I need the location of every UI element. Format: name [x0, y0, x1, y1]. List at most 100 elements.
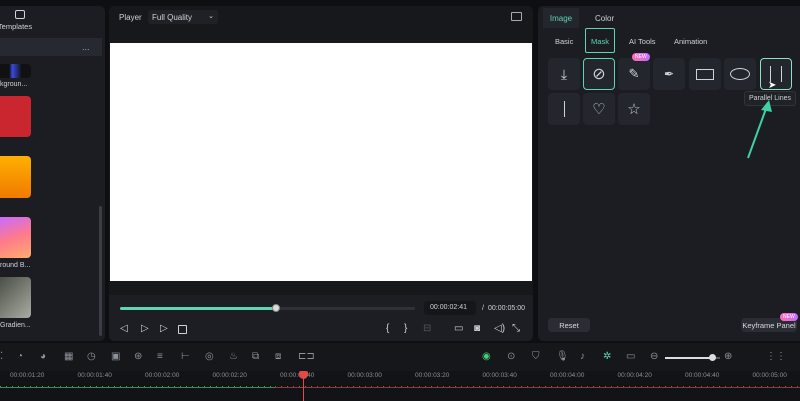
- templates-tab[interactable]: Templates: [0, 10, 40, 31]
- star-icon: ☆: [627, 101, 641, 118]
- keyframe-icon[interactable]: ⊢: [181, 351, 190, 362]
- crop-icon[interactable]: ◔: [17, 351, 23, 362]
- mic-icon[interactable]: 🎙︎: [556, 351, 569, 362]
- ruler-label: 00:00:01:40: [77, 372, 112, 379]
- single-line-icon: [563, 101, 565, 117]
- snap-toggle-icon[interactable]: ◉: [482, 351, 491, 362]
- template-thumb[interactable]: [0, 277, 31, 318]
- camera-icon[interactable]: ◙: [474, 323, 480, 334]
- zoom-handle[interactable]: [708, 354, 716, 361]
- template-thumb[interactable]: [0, 64, 31, 78]
- mask-rectangle[interactable]: [689, 58, 721, 90]
- mask-star[interactable]: ☆: [618, 93, 650, 125]
- reset-button[interactable]: Reset: [548, 318, 590, 332]
- marker-icon[interactable]: ⛉: [532, 351, 540, 362]
- ruler-label: 00:00:02:20: [212, 372, 247, 379]
- templates-icon: [15, 10, 25, 19]
- color-icon[interactable]: ◕: [40, 351, 46, 362]
- template-label: Gradien...: [0, 322, 31, 329]
- ruler-label: 00:00:05:00: [752, 372, 787, 379]
- fullscreen-icon[interactable]: ⤡: [512, 323, 520, 334]
- ellipse-icon: [730, 68, 750, 80]
- subtab-mask[interactable]: Mask: [585, 28, 615, 53]
- player-label: Player: [119, 13, 142, 22]
- ruler-label: 00:00:04:40: [685, 372, 720, 379]
- mark-out-icon[interactable]: }: [404, 323, 407, 334]
- template-label: round B...: [0, 262, 31, 269]
- mask-ellipse[interactable]: [724, 58, 756, 90]
- template-label: kgroun...: [0, 81, 28, 88]
- music-icon[interactable]: ♪: [580, 351, 585, 362]
- prev-frame-icon[interactable]: ◁: [120, 323, 128, 334]
- mask-single-line[interactable]: [548, 93, 580, 125]
- pen-icon: ✒: [663, 67, 675, 81]
- mask-import[interactable]: ⤓: [548, 58, 580, 90]
- mark-in-icon[interactable]: {: [386, 323, 389, 334]
- mask-draw[interactable]: ✎: [618, 58, 650, 90]
- template-thumb[interactable]: [0, 96, 31, 137]
- mask-none[interactable]: ⊘: [583, 58, 615, 90]
- right-panel: [538, 6, 800, 341]
- render-icon[interactable]: ⊙: [507, 351, 515, 362]
- template-thumb[interactable]: [0, 217, 31, 258]
- split-icon[interactable]: ⁚: [0, 351, 3, 362]
- mask-tool-icon[interactable]: ⊛: [134, 351, 142, 362]
- insert-icon[interactable]: ⊟: [423, 323, 431, 334]
- import-icon: ⤓: [560, 65, 568, 82]
- draw-icon: ✎: [628, 66, 640, 81]
- audio-mix-icon[interactable]: ▦: [64, 351, 73, 362]
- chevron-down-icon: ⌄: [208, 13, 214, 20]
- none-icon: ⊘: [592, 66, 606, 83]
- zoom-in-icon[interactable]: ⊕: [724, 351, 732, 362]
- quality-dropdown[interactable]: Full Quality ⌄: [148, 10, 218, 24]
- ruler-label: 00:00:03:00: [347, 372, 382, 379]
- scrollbar[interactable]: [99, 206, 102, 336]
- tab-color[interactable]: Color: [595, 14, 614, 23]
- time-separator: /: [482, 305, 484, 312]
- play-icon[interactable]: ▷: [160, 323, 168, 334]
- ruler-label: 00:00:04:20: [617, 372, 652, 379]
- subtitle-icon[interactable]: ▭: [626, 351, 635, 362]
- ruler-label: 00:00:01:20: [10, 372, 45, 379]
- preview-canvas: [110, 43, 532, 281]
- subtab-basic[interactable]: Basic: [555, 37, 573, 46]
- more-button[interactable]: ...: [82, 42, 90, 52]
- zoom-fill: [665, 357, 712, 359]
- cursor-icon: ➤: [768, 80, 777, 91]
- play-reverse-icon[interactable]: ▷: [141, 323, 149, 334]
- keyframe-new-badge: NEW: [780, 313, 798, 321]
- subtab-ai-tools[interactable]: AI Tools: [629, 37, 656, 46]
- progress-track[interactable]: [120, 304, 415, 312]
- adjust-icon[interactable]: ≡: [157, 351, 163, 362]
- translate-icon[interactable]: ⧈: [275, 351, 281, 362]
- frame-icon[interactable]: ⊏⊐: [298, 351, 315, 362]
- display-icon[interactable]: ▭: [454, 323, 463, 334]
- total-time: 00:00:05:00: [488, 305, 525, 312]
- effects-icon[interactable]: ✲: [603, 351, 611, 362]
- rectangle-icon: [696, 68, 714, 80]
- ruler-label: 00:00:03:20: [415, 372, 450, 379]
- layout-icon[interactable]: ⋮⋮: [766, 351, 786, 362]
- ruler-label: 00:00:02:40: [280, 372, 315, 379]
- ruler-label: 00:00:02:00: [145, 372, 180, 379]
- record-icon[interactable]: ◎: [205, 351, 214, 362]
- progress-fill: [120, 307, 277, 310]
- heart-icon: ♡: [592, 101, 606, 118]
- zoom-out-icon[interactable]: ⊖: [650, 351, 658, 362]
- ruler-label: 00:00:03:40: [482, 372, 517, 379]
- mask-heart[interactable]: ♡: [583, 93, 615, 125]
- template-thumb[interactable]: [0, 156, 31, 198]
- mask-pen[interactable]: ✒: [653, 58, 685, 90]
- freeze-icon[interactable]: ▣: [111, 351, 120, 362]
- audio-icon[interactable]: ◁): [494, 323, 505, 334]
- zoom-slider[interactable]: [665, 354, 720, 361]
- subtab-animation[interactable]: Animation: [674, 37, 707, 46]
- current-time[interactable]: 00:00:02:41: [424, 301, 476, 315]
- stabilize-icon[interactable]: ♨: [229, 351, 238, 362]
- stop-icon[interactable]: [178, 325, 187, 334]
- new-badge: NEW: [632, 53, 650, 61]
- ai-icon[interactable]: ⧉: [252, 351, 259, 362]
- tab-image[interactable]: Image: [543, 8, 579, 28]
- snapshot-icon[interactable]: [511, 12, 522, 21]
- speed-icon[interactable]: ◷: [87, 351, 96, 362]
